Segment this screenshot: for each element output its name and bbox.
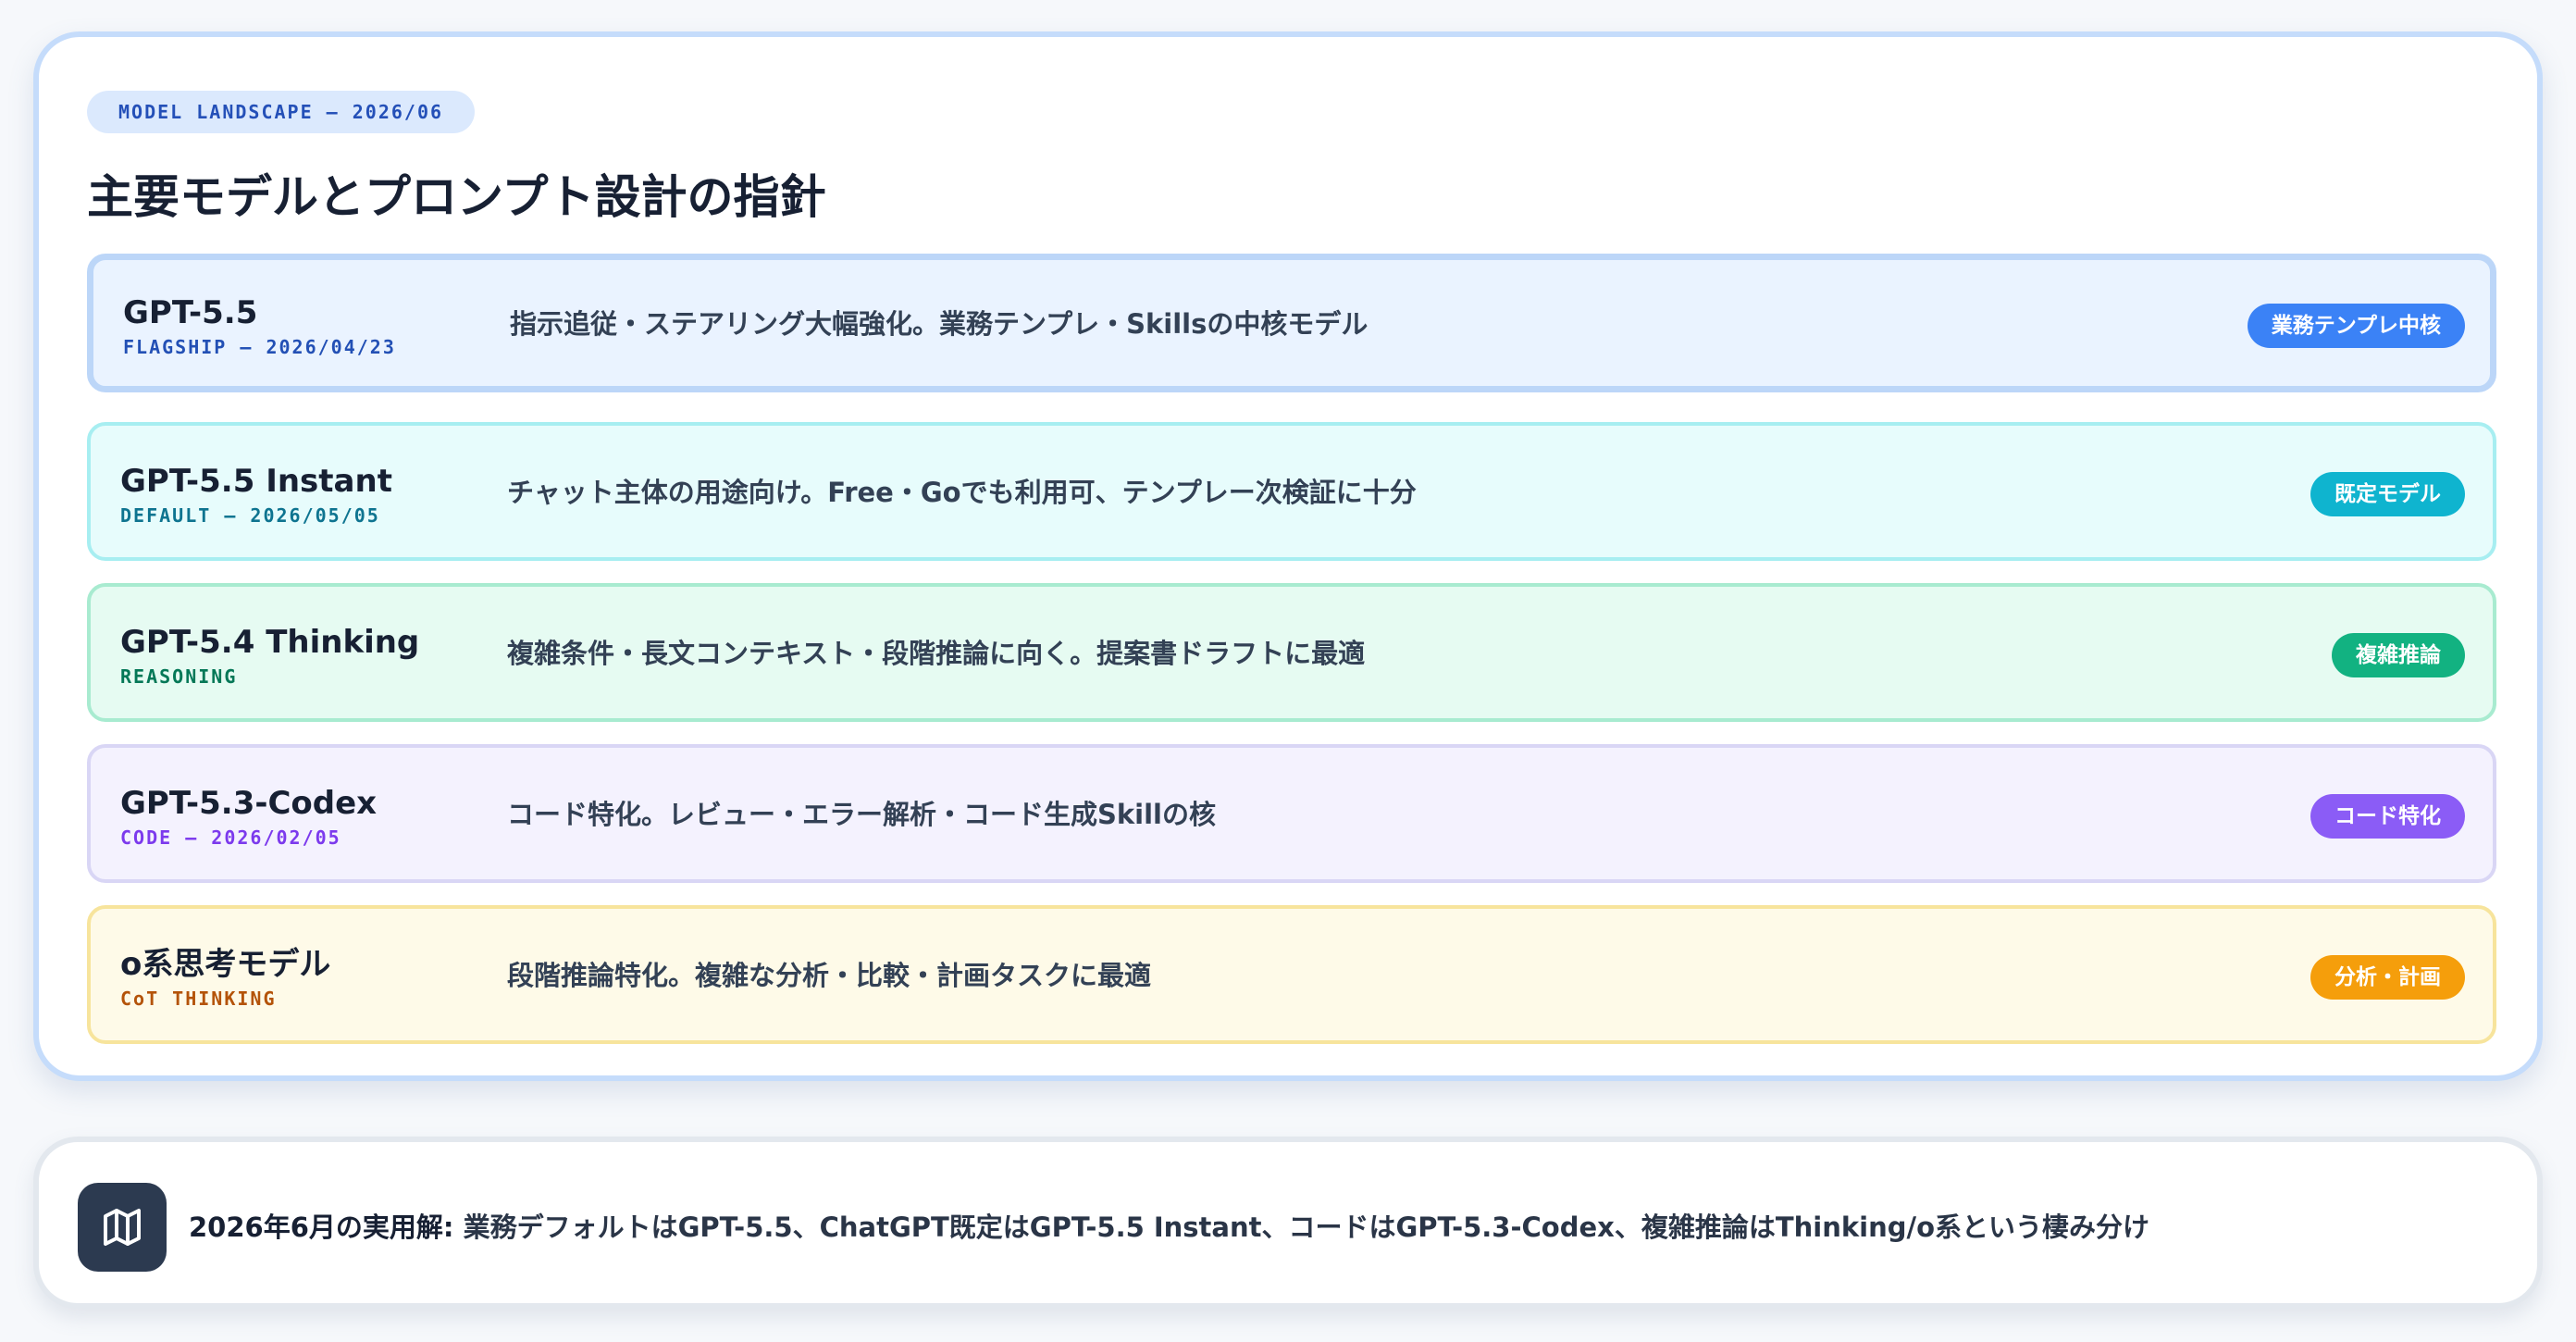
model-description: 指示追従・ステアリング大幅強化。業務テンプレ・Skillsの中核モデル [510, 308, 1368, 340]
model-meta: REASONING [120, 665, 238, 688]
model-name: GPT-5.5 [123, 294, 258, 331]
page-title: 主要モデルとプロンプト設計の指針 [87, 170, 826, 224]
model-badge: コード特化 [2310, 794, 2465, 839]
summary-body: 業務デフォルトはGPT-5.5、ChatGPT既定はGPT-5.5 Instan… [453, 1212, 2150, 1243]
model-meta: CODE — 2026/02/05 [120, 826, 341, 849]
model-badge: 既定モデル [2310, 472, 2465, 516]
model-landscape-card: MODEL LANDSCAPE — 2026/06 主要モデルとプロンプト設計の… [33, 31, 2543, 1081]
model-name: GPT-5.5 Instant [120, 463, 392, 500]
summary-lead: 2026年6月の実用解: [189, 1212, 454, 1243]
model-row-gpt-5-4-thinking: GPT-5.4 Thinking REASONING 複雑条件・長文コンテキスト… [87, 583, 2496, 722]
model-row-gpt-5-5: GPT-5.5 FLAGSHIP — 2026/04/23 指示追従・ステアリン… [87, 254, 2496, 392]
model-badge: 分析・計画 [2310, 955, 2465, 1000]
model-meta: DEFAULT — 2026/05/05 [120, 504, 380, 527]
model-row-gpt-5-5-instant: GPT-5.5 Instant DEFAULT — 2026/05/05 チャッ… [87, 422, 2496, 561]
section-eyebrow-badge: MODEL LANDSCAPE — 2026/06 [87, 91, 476, 133]
model-name: GPT-5.3-Codex [120, 785, 378, 822]
model-meta: FLAGSHIP — 2026/04/23 [123, 336, 396, 358]
summary-footer: 2026年6月の実用解: 業務デフォルトはGPT-5.5、ChatGPT既定はG… [33, 1137, 2543, 1309]
model-row-gpt-5-3-codex: GPT-5.3-Codex CODE — 2026/02/05 コード特化。レビ… [87, 744, 2496, 883]
model-description: 段階推論特化。複雑な分析・比較・計画タスクに最適 [507, 960, 1152, 991]
model-description: 複雑条件・長文コンテキスト・段階推論に向く。提案書ドラフトに最適 [507, 638, 1366, 669]
model-badge: 複雑推論 [2332, 633, 2465, 677]
summary-text: 2026年6月の実用解: 業務デフォルトはGPT-5.5、ChatGPT既定はG… [189, 1207, 2149, 1248]
model-meta: CoT THINKING [120, 988, 277, 1010]
model-name: o系思考モデル [120, 946, 331, 983]
model-badge: 業務テンプレ中核 [2247, 304, 2465, 348]
map-icon [78, 1183, 167, 1272]
model-name: GPT-5.4 Thinking [120, 624, 420, 661]
model-row-o-series-thinking: o系思考モデル CoT THINKING 段階推論特化。複雑な分析・比較・計画タ… [87, 905, 2496, 1044]
model-description: チャット主体の用途向け。Free・Goでも利用可、テンプレー次検証に十分 [507, 477, 1417, 508]
model-description: コード特化。レビュー・エラー解析・コード生成Skillの核 [507, 799, 1216, 830]
